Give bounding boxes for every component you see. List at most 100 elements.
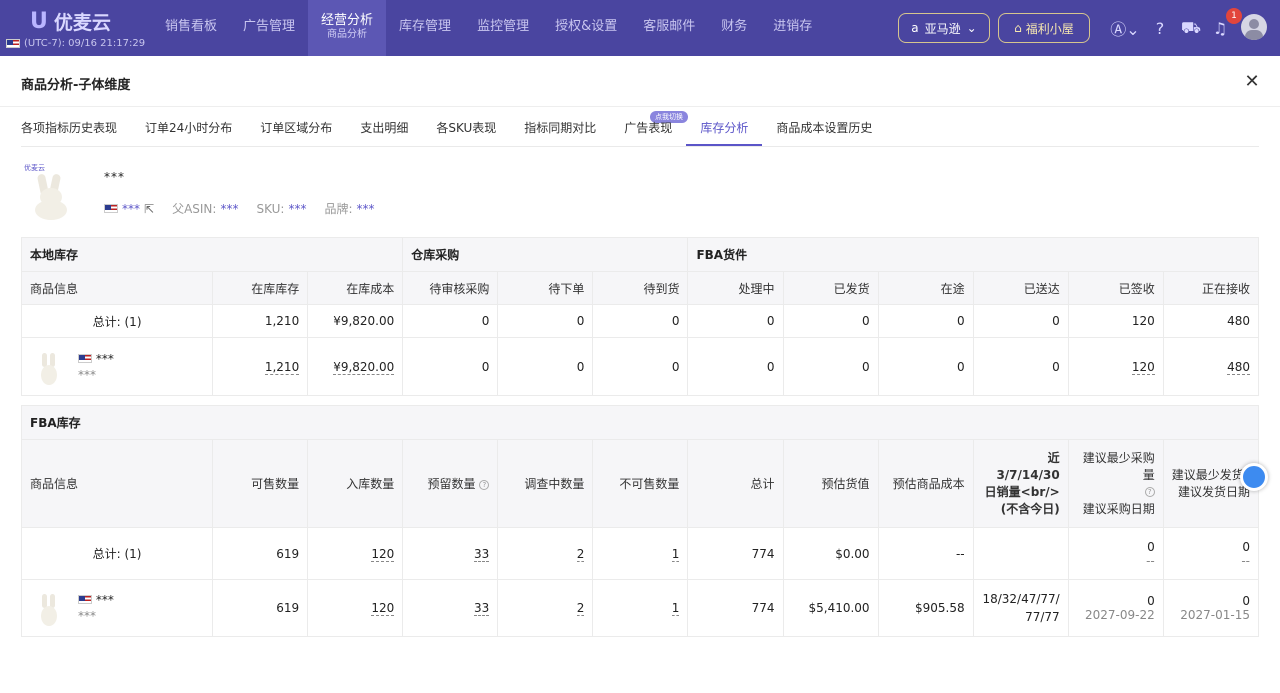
nav-purchase-sales-inventory[interactable]: 进销存: [760, 0, 825, 56]
col-reserved: 预留数量 ?: [402, 439, 499, 528]
nav-sub-label: 商品分析: [327, 29, 368, 40]
parent-asin-value[interactable]: ***: [220, 202, 238, 216]
group-header-row: FBA库存: [21, 405, 1259, 440]
cart-icon[interactable]: ⛟: [1179, 16, 1203, 40]
col-product-info: 商品信息: [20, 271, 214, 305]
table-cell[interactable]: 1: [592, 579, 689, 637]
col-delivered: 已送达: [972, 271, 1069, 305]
help-icon[interactable]: ?: [479, 479, 490, 490]
nav-inventory-management[interactable]: 库存管理: [386, 0, 464, 56]
modal-header: 商品分析-子体维度 ✕: [0, 57, 1280, 107]
top-nav: U 优麦云 (UTC-7): 09/16 21:17:29 销售看板 广告管理 …: [0, 0, 1280, 56]
table-cell: 0: [687, 304, 784, 338]
external-link-icon[interactable]: ⇱: [144, 202, 154, 216]
table-cell[interactable]: 2: [497, 579, 594, 637]
timezone-clock: (UTC-7): 09/16 21:17:29: [6, 38, 145, 49]
table-cell[interactable]: 33: [402, 527, 499, 580]
product-name: ***: [104, 170, 125, 184]
brand-value[interactable]: ***: [357, 202, 375, 216]
table-cell: 0: [402, 337, 499, 396]
table-cell: 0: [592, 337, 689, 396]
item-name: ***: [95, 593, 114, 607]
sku-value[interactable]: ***: [288, 202, 306, 216]
table-cell[interactable]: ¥9,820.00: [307, 337, 404, 396]
nav-business-analysis[interactable]: 经营分析 商品分析: [308, 0, 387, 56]
table-cell[interactable]: 2: [497, 527, 594, 580]
marketplace-selector[interactable]: a 亚马逊 ⌄: [898, 13, 990, 43]
table-cell[interactable]: 33: [402, 579, 499, 637]
welfare-button[interactable]: ⌂ 福利小屋: [998, 13, 1090, 43]
table-cell: 619: [212, 579, 309, 637]
col-investigating: 调查中数量: [497, 439, 594, 528]
col-recent-sales: 近 3/7/14/30 日销量<br/> (不含今日): [972, 439, 1069, 528]
tab-metric-history[interactable]: 各项指标历史表现: [21, 115, 131, 146]
total-row: 总计: (1) 1,210 ¥9,820.00 0 0 0 0 0 0 0 12…: [20, 304, 1260, 338]
brand-label: 品牌:: [324, 202, 353, 216]
product-meta: *** ⇱ 父ASIN: *** SKU: *** 品牌: ***: [104, 200, 375, 217]
help-icon[interactable]: ?: [1144, 487, 1155, 497]
table-cell: --: [877, 527, 974, 580]
group-warehouse-purchase: 仓库采购: [402, 237, 689, 272]
col-pending-review: 待审核采购: [402, 271, 499, 305]
tab-order-region[interactable]: 订单区域分布: [246, 115, 346, 146]
close-icon[interactable]: ✕: [1242, 72, 1262, 92]
tab-order-24h[interactable]: 订单24小时分布: [131, 115, 246, 146]
analysis-tabs: 各项指标历史表现 订单24小时分布 订单区域分布 支出明细 各SKU表现 指标同…: [21, 115, 1259, 147]
table-cell: ¥9,820.00: [307, 304, 404, 338]
logo[interactable]: U 优麦云: [30, 8, 111, 35]
tab-inventory-analysis[interactable]: 库存分析: [686, 115, 763, 146]
col-processing: 处理中: [687, 271, 784, 305]
table-cell: 0: [592, 304, 689, 338]
total-row: 总计: (1) 619 120 33 2 1 774 $0.00 -- 0 -- …: [20, 527, 1260, 580]
timezone-text: (UTC-7): 09/16 21:17:29: [24, 38, 146, 49]
table-cell: 0 2027-01-15: [1162, 579, 1260, 637]
chevron-down-icon: ⌄: [966, 21, 977, 35]
tab-expense-detail[interactable]: 支出明细: [346, 115, 422, 146]
table-cell[interactable]: 480: [1162, 337, 1260, 396]
table-cell[interactable]: 120: [307, 527, 404, 580]
table-cell: 0: [877, 337, 974, 396]
table-cell: 0: [972, 337, 1069, 396]
col-in-transit: 在途: [877, 271, 974, 305]
table-cell[interactable]: 120: [1067, 337, 1164, 396]
product-header: 优麦云 *** *** ⇱ 父ASIN: *** SKU: *** 品牌: **…: [21, 162, 621, 222]
col-inbound: 入库数量: [307, 439, 404, 528]
table-row: *** *** 1,210 ¥9,820.00 0 0 0 0 0 0 0 12…: [20, 337, 1260, 396]
amazon-icon: a: [911, 21, 919, 35]
nav-auth-settings[interactable]: 授权&设置: [542, 0, 630, 56]
tab-sku-performance[interactable]: 各SKU表现: [422, 115, 510, 146]
total-label: 总计: (1): [20, 304, 214, 338]
table-cell[interactable]: 1: [592, 527, 689, 580]
total-label: 总计: (1): [20, 527, 214, 580]
table-cell: $5,410.00: [782, 579, 879, 637]
nav-sales-dashboard[interactable]: 销售看板: [152, 0, 230, 56]
table-cell: 0 2027-09-22: [1067, 579, 1164, 637]
ai-assistant-icon[interactable]: Ⓐ⌄: [1110, 16, 1140, 40]
main-menu: 销售看板 广告管理 经营分析 商品分析 库存管理 监控管理 授权&设置 客服邮件 …: [152, 0, 825, 56]
table-cell: 0: [877, 304, 974, 338]
tab-ad-performance[interactable]: 广告表现: [610, 115, 686, 146]
nav-monitoring[interactable]: 监控管理: [464, 0, 542, 56]
product-info-cell: *** ***: [20, 579, 214, 637]
col-to-order: 待下单: [497, 271, 594, 305]
table-cell: 619: [212, 527, 309, 580]
avatar[interactable]: [1241, 14, 1267, 40]
sku-label: SKU:: [256, 201, 285, 216]
table-cell[interactable]: 1,210: [212, 337, 309, 396]
table-cell: $0.00: [782, 527, 879, 580]
asin-link[interactable]: ***: [122, 202, 140, 216]
tab-cost-history[interactable]: 商品成本设置历史: [762, 115, 886, 146]
tab-yoy-compare[interactable]: 指标同期对比: [510, 115, 610, 146]
nav-customer-mail[interactable]: 客服邮件: [630, 0, 708, 56]
help-icon[interactable]: ?: [1148, 16, 1172, 40]
table-cell[interactable]: 120: [307, 579, 404, 637]
item-sub: ***: [78, 609, 96, 623]
nav-ad-management[interactable]: 广告管理: [230, 0, 308, 56]
group-header-row: 本地库存 仓库采购 FBA货件: [20, 237, 1259, 272]
column-header-row: 商品信息 在库库存 在库成本 待审核采购 待下单 待到货 处理中 已发货 在途 …: [20, 271, 1260, 305]
table-cell: 0: [782, 304, 879, 338]
floating-chat-button[interactable]: [1240, 463, 1268, 491]
nav-finance[interactable]: 财务: [708, 0, 760, 56]
table-cell: $905.58: [877, 579, 974, 637]
parent-asin-label: 父ASIN:: [172, 202, 217, 216]
